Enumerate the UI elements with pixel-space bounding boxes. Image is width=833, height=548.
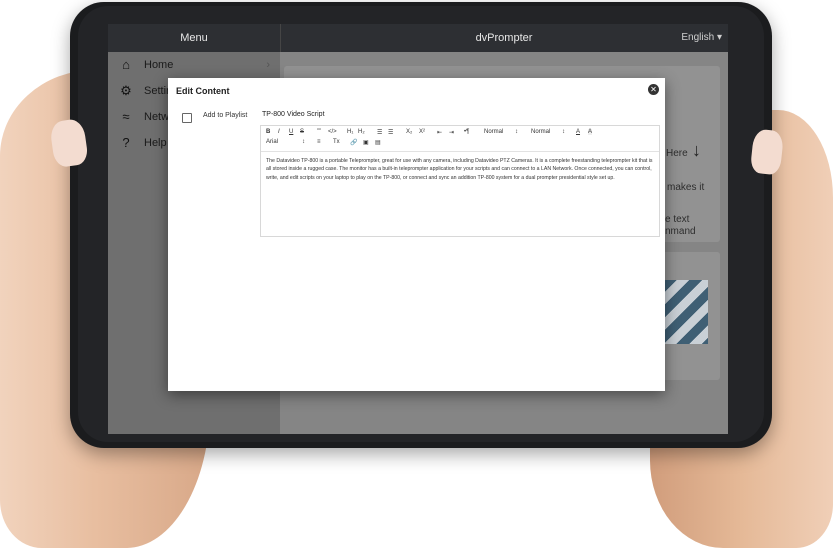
outdent-button[interactable]: ⇤ (437, 129, 442, 136)
edit-content-dialog: Edit Content ✕ Add to Playlist TP-800 Vi… (168, 78, 665, 391)
sidebar-item-label: Help (144, 137, 167, 149)
arrow-down-icon: ↓ (692, 140, 701, 160)
code-button[interactable]: </> (328, 129, 337, 135)
bg-text-makes-it: makes it (667, 182, 705, 193)
sidebar-item-label: Netw (144, 111, 170, 123)
chevron-down-icon: ↕ (515, 129, 518, 135)
dialog-title: Edit Content (176, 86, 230, 96)
home-icon: ⌂ (122, 57, 130, 72)
video-icon[interactable]: ▤ (375, 139, 381, 146)
language-select[interactable]: English ▾ (681, 24, 722, 52)
link-icon[interactable]: 🔗 (350, 139, 357, 146)
bg-text-nmand: nmand (665, 226, 696, 237)
rtl-button[interactable]: •¶ (464, 129, 469, 135)
image-icon[interactable]: ▣ (363, 139, 369, 146)
sidebar-item-home[interactable]: ⌂ Home › (108, 52, 280, 78)
here-label: Here (666, 148, 688, 159)
h2-button[interactable]: H₂ (358, 129, 365, 135)
strike-button[interactable]: S (300, 129, 304, 135)
superscript-button[interactable]: X² (419, 129, 425, 135)
add-to-playlist-label: Add to Playlist (203, 112, 248, 119)
add-to-playlist-checkbox[interactable] (182, 113, 192, 123)
highlight-button[interactable]: A (588, 129, 593, 135)
font-color-button[interactable]: A (576, 129, 580, 135)
header-select[interactable]: Normal (531, 129, 550, 135)
chevron-down-icon: ↕ (302, 139, 305, 145)
close-icon[interactable]: ✕ (648, 84, 659, 95)
app-bar: Menu dvPrompter English ▾ (108, 24, 728, 52)
editor-toolbar: B I U S ”” </> H₁ H₂ ☰ ☰ X₂ X² ⇤ ⇥ •¶ No… (261, 126, 659, 152)
app-title: dvPrompter (475, 32, 533, 44)
bold-button[interactable]: B (266, 129, 270, 135)
chevron-down-icon: ↕ (562, 129, 565, 135)
underline-button[interactable]: U (289, 129, 293, 135)
rich-text-editor: B I U S ”” </> H₁ H₂ ☰ ☰ X₂ X² ⇤ ⇥ •¶ No… (260, 125, 660, 237)
wifi-icon: ≈ (122, 109, 130, 124)
editor-text-area[interactable]: The Datavideo TP-800 is a portable Telep… (266, 157, 654, 182)
ordered-list-button[interactable]: ☰ (377, 129, 382, 136)
script-title[interactable]: TP-800 Video Script (262, 111, 325, 118)
font-select[interactable]: Arial (266, 139, 278, 145)
help-icon: ? (122, 135, 130, 150)
chevron-right-icon: › (266, 59, 270, 71)
align-button[interactable]: ≡ (317, 139, 321, 145)
bg-text-e-text: e text (665, 214, 690, 225)
bullet-list-button[interactable]: ☰ (388, 129, 393, 136)
subscript-button[interactable]: X₂ (406, 129, 412, 135)
clear-format-button[interactable]: Tx (333, 139, 340, 145)
striped-image (664, 280, 708, 344)
blockquote-button[interactable]: ”” (317, 129, 321, 135)
italic-button[interactable]: I (278, 129, 280, 135)
h1-button[interactable]: H₁ (347, 129, 353, 135)
gear-icon: ⚙ (120, 83, 132, 98)
menu-header: Menu (108, 24, 281, 52)
sidebar-item-label: Settir (144, 85, 170, 97)
sidebar-item-label: Home (144, 59, 174, 71)
size-select[interactable]: Normal (484, 129, 503, 135)
indent-button[interactable]: ⇥ (449, 129, 454, 136)
